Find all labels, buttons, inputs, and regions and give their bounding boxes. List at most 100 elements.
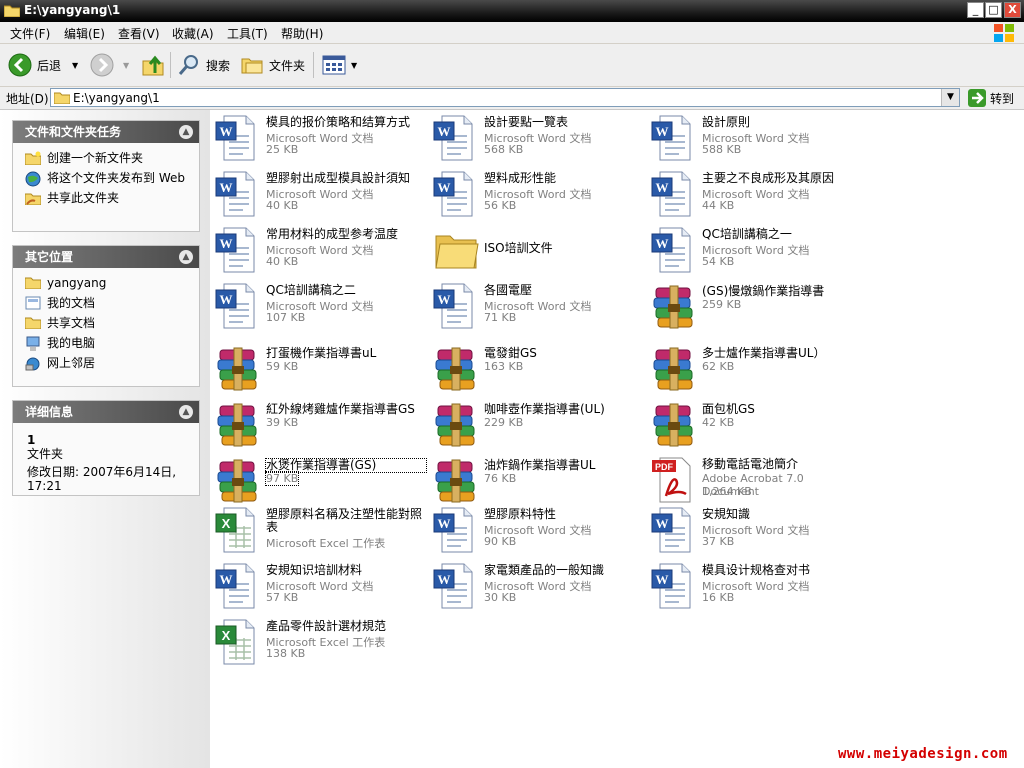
- folder-icon: [25, 277, 41, 289]
- file-item[interactable]: W 各國電壓 Microsoft Word 文档 71 KB: [428, 278, 644, 330]
- place-network[interactable]: 网上邻居: [13, 356, 199, 371]
- collapse-icon[interactable]: ▲: [179, 405, 193, 419]
- file-item[interactable]: X 產品零件設計選材規范 Microsoft Excel 工作表 138 KB: [210, 614, 426, 666]
- task-new-folder[interactable]: 创建一个新文件夹: [13, 151, 199, 165]
- menu-file[interactable]: 文件(F): [10, 25, 50, 42]
- task-publish-web[interactable]: 将这个文件夹发布到 Web: [13, 171, 199, 187]
- shared-folder-icon: [25, 317, 41, 329]
- share-folder-icon: [25, 193, 41, 205]
- word-icon: W: [433, 171, 473, 217]
- collapse-icon[interactable]: ▲: [179, 125, 193, 139]
- menu-edit[interactable]: 编辑(E): [64, 25, 105, 42]
- file-item[interactable]: 面包机GS 42 KB: [646, 396, 862, 448]
- file-size: 42 KB: [702, 416, 735, 429]
- file-size: 71 KB: [484, 311, 517, 324]
- up-folder-icon: [142, 55, 164, 76]
- collapse-icon[interactable]: ▲: [179, 250, 193, 264]
- menu-tools[interactable]: 工具(T): [227, 25, 268, 42]
- rar-icon: [435, 347, 475, 391]
- address-input[interactable]: E:\yangyang\1 ▼: [50, 88, 960, 107]
- file-item[interactable]: (GS)慢燉鍋作業指導書 259 KB: [646, 278, 862, 330]
- file-item[interactable]: X 塑膠原料名稱及注塑性能對照表 Microsoft Excel 工作表: [210, 502, 426, 554]
- close-button[interactable]: X: [1004, 2, 1021, 18]
- file-size: 588 KB: [702, 143, 742, 156]
- file-item[interactable]: W 設計要點一覽表 Microsoft Word 文档 568 KB: [428, 110, 644, 162]
- place-my-documents[interactable]: 我的文档: [13, 296, 199, 310]
- task-publish-web-label: 将这个文件夹发布到 Web: [47, 171, 185, 185]
- file-name: 安規知識: [702, 507, 751, 521]
- minimize-button[interactable]: _: [967, 2, 984, 18]
- views-button[interactable]: ▼: [322, 52, 357, 78]
- go-arrow-icon: [968, 89, 986, 107]
- svg-text:W: W: [438, 180, 451, 195]
- file-name: 塑膠原料名稱及注塑性能對照表: [266, 507, 423, 534]
- file-item[interactable]: 紅外線烤雞爐作業指導書GS 39 KB: [210, 396, 426, 448]
- word-icon: W: [651, 227, 691, 273]
- word-icon: W: [215, 563, 255, 609]
- file-item[interactable]: W QC培訓講稿之二 Microsoft Word 文档 107 KB: [210, 278, 426, 330]
- file-item[interactable]: W 安規知識 Microsoft Word 文档 37 KB: [646, 502, 862, 554]
- file-item[interactable]: 多士爐作業指導書UL） 62 KB: [646, 340, 862, 392]
- place-yangyang[interactable]: yangyang: [13, 276, 199, 290]
- menu-help[interactable]: 帮助(H): [281, 25, 323, 42]
- back-label: 后退: [37, 58, 62, 73]
- details-modified: 修改日期: 2007年6月14日,: [27, 465, 177, 479]
- file-item[interactable]: W QC培訓講稿之一 Microsoft Word 文档 54 KB: [646, 222, 862, 274]
- file-item[interactable]: W 塑膠原料特性 Microsoft Word 文档 90 KB: [428, 502, 644, 554]
- file-size: 57 KB: [266, 591, 299, 604]
- file-size: 76 KB: [484, 472, 517, 485]
- file-item[interactable]: 油炸鍋作業指導書UL 76 KB: [428, 452, 644, 504]
- word-icon: W: [433, 283, 473, 329]
- file-item[interactable]: W 安規知识培訓材料 Microsoft Word 文档 57 KB: [210, 558, 426, 610]
- word-icon: W: [651, 115, 691, 161]
- file-item[interactable]: 打蛋機作業指導書uL 59 KB: [210, 340, 426, 392]
- file-name: 多士爐作業指導書UL）: [702, 346, 826, 360]
- back-dropdown-icon[interactable]: ▼: [72, 61, 78, 70]
- file-item[interactable]: 咖啡壺作業指導書(UL) 229 KB: [428, 396, 644, 448]
- file-item[interactable]: W 模具的报价策略和结算方式 Microsoft Word 文档 25 KB: [210, 110, 426, 162]
- place-shared-documents[interactable]: 共享文档: [13, 316, 199, 330]
- menu-favorites[interactable]: 收藏(A): [172, 25, 214, 42]
- svg-text:W: W: [438, 516, 451, 531]
- file-item[interactable]: W 常用材料的成型参考温度 Microsoft Word 文档 40 KB: [210, 222, 426, 274]
- file-item[interactable]: W 主要之不良成形及其原因 Microsoft Word 文档 44 KB: [646, 166, 862, 218]
- up-button[interactable]: [141, 52, 165, 78]
- file-item[interactable]: W 塑膠射出成型模具設計須知 Microsoft Word 文档 40 KB: [210, 166, 426, 218]
- file-item[interactable]: 電發鉗GS 163 KB: [428, 340, 644, 392]
- file-item[interactable]: W 模具设计规格查对书 Microsoft Word 文档 16 KB: [646, 558, 862, 610]
- task-share-folder[interactable]: 共享此文件夹: [13, 191, 199, 205]
- word-icon: W: [651, 171, 691, 217]
- file-item[interactable]: PDF 移動電話電池簡介 Adobe Acrobat 7.0 Document 1,2…: [646, 452, 862, 504]
- file-tasks-header[interactable]: 文件和文件夹任务 ▲: [13, 121, 199, 143]
- file-item[interactable]: W 設計原則 Microsoft Word 文档 588 KB: [646, 110, 862, 162]
- views-dropdown-icon[interactable]: ▼: [351, 61, 357, 70]
- file-item[interactable]: W 塑料成形性能 Microsoft Word 文档 56 KB: [428, 166, 644, 218]
- back-arrow-icon: [8, 53, 32, 77]
- search-button[interactable]: 搜索: [177, 52, 230, 78]
- go-button[interactable]: 转到: [968, 89, 1014, 107]
- place-my-computer[interactable]: 我的电脑: [13, 336, 199, 351]
- file-name: 塑膠射出成型模具設計須知: [266, 171, 411, 185]
- forward-dropdown-icon[interactable]: ▼: [123, 61, 129, 70]
- file-name: 常用材料的成型参考温度: [266, 227, 399, 241]
- forward-button[interactable]: ▼: [90, 52, 129, 78]
- title-bar[interactable]: E:\yangyang\1 _ □ X: [0, 0, 1024, 22]
- file-size: 163 KB: [484, 360, 524, 373]
- file-item[interactable]: W 家電類產品的一般知識 Microsoft Word 文档 30 KB: [428, 558, 644, 610]
- task-new-folder-label: 创建一个新文件夹: [47, 151, 144, 165]
- word-icon: W: [433, 507, 473, 553]
- file-item[interactable]: 水煲作業指導書(GS) 97 KB: [210, 452, 427, 504]
- other-places-header[interactable]: 其它位置 ▲: [13, 246, 199, 268]
- menu-view[interactable]: 查看(V): [118, 25, 160, 42]
- task-pane: 文件和文件夹任务 ▲ 创建一个新文件夹 将这个文件夹发布到 Web 共享此文件夹…: [0, 110, 210, 768]
- address-dropdown-icon[interactable]: ▼: [941, 89, 959, 106]
- word-icon: W: [215, 227, 255, 273]
- folders-button[interactable]: 文件夹: [240, 52, 305, 78]
- file-item[interactable]: ISO培訓文件: [428, 222, 644, 274]
- file-size: 25 KB: [266, 143, 299, 156]
- details-header[interactable]: 详细信息 ▲: [13, 401, 199, 423]
- word-icon: W: [215, 171, 255, 217]
- file-size: 568 KB: [484, 143, 524, 156]
- back-button[interactable]: 后退 ▼: [8, 52, 78, 78]
- maximize-button[interactable]: □: [985, 2, 1002, 18]
